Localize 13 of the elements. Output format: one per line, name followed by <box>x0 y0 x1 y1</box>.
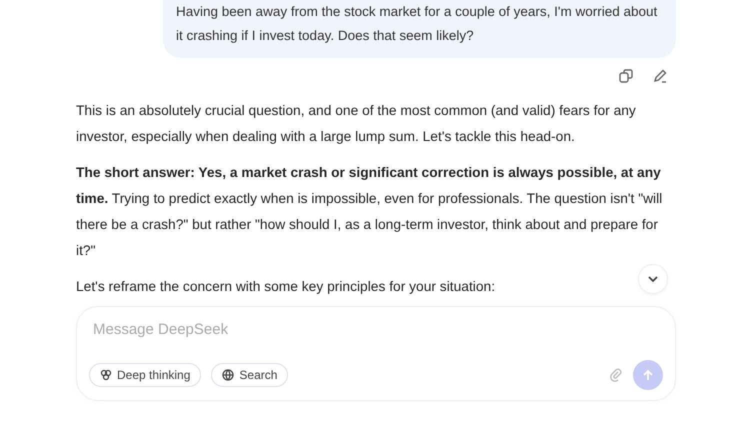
user-message: Having been away from the stock market for a couple of years, I'm worried about it crashing if I invest today. Does that seem likely? <box>163 0 676 58</box>
toggle-button[interactable]: Search <box>211 363 288 387</box>
scroll-down-button[interactable] <box>638 264 668 294</box>
arrow-up-icon <box>642 369 654 381</box>
chevron-down-icon <box>647 275 659 283</box>
reply-paragraph: This is an absolutely crucial question, and one of the most common (and valid) fears for any investor, especially when dealing with a large lump sum. Let's tackle this head-on. <box>76 102 637 146</box>
globe-icon <box>222 369 234 381</box>
copy-icon[interactable] <box>618 68 634 84</box>
reply-paragraph: The short answer: Yes, a market crash or significant correction is always possible, at any time. Trying to predict exactly when is impossible, even for professionals. The question isn't "will there be a crash?" but rather "how should I, as a long-term investor, think about and prepare for it?" <box>76 164 664 260</box>
toggle-button[interactable]: Deep thinking <box>89 363 202 387</box>
reply-paragraph: Let's reframe the concern with some key principles for your situation: <box>76 278 496 296</box>
circles-icon <box>100 369 112 381</box>
edit-icon[interactable] <box>652 68 668 84</box>
